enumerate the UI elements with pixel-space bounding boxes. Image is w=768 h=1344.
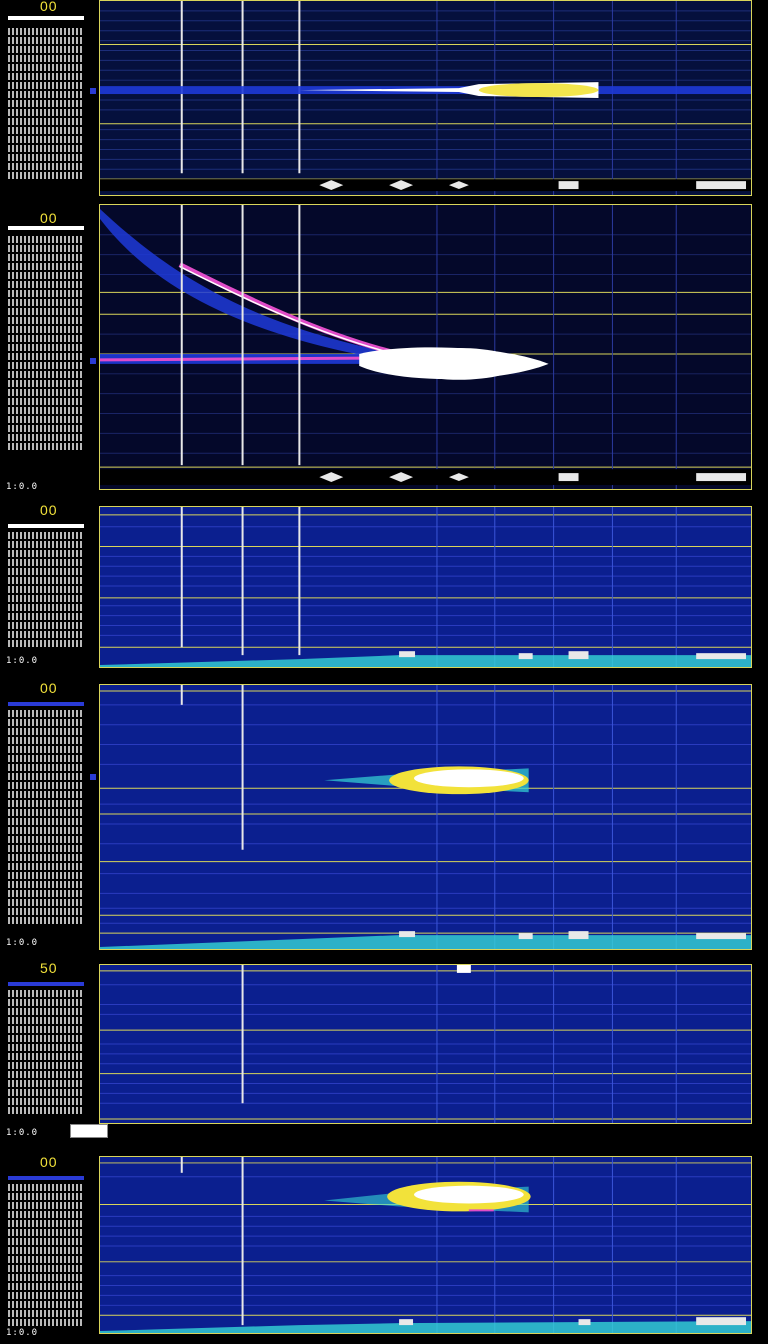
panel-4: 00 1:0.0 <box>0 680 768 952</box>
panel-3-count-bar <box>8 524 84 528</box>
panel-6-count-bar <box>8 1176 84 1180</box>
panel-4-spectrogram <box>100 685 751 949</box>
panel-2-label-column: 00 1:0.0 <box>0 200 96 494</box>
panel-4-label-column: 00 1:0.0 <box>0 680 96 952</box>
panel-5-thumbnail[interactable] <box>70 1124 108 1138</box>
panel-2-mini-label: 1:0.0 <box>6 482 39 492</box>
panel-3: 00 1:0.0 <box>0 502 768 670</box>
panel-1-ticks <box>8 28 84 181</box>
panel-2-count-bar <box>8 226 84 230</box>
panel-1-spectrogram <box>100 1 751 195</box>
panel-1-label-column: 00 <box>0 0 96 196</box>
panel-1-plot[interactable] <box>99 0 752 196</box>
panel-5-mini-label: 1:0.0 <box>6 1128 39 1138</box>
panel-4-side-marker <box>90 774 96 780</box>
panel-6-count: 00 <box>40 1154 58 1170</box>
panel-2-side-marker <box>90 358 96 364</box>
panel-5-spectrogram <box>100 965 751 1123</box>
panel-4-count-bar <box>8 702 84 706</box>
panel-5-count: 50 <box>40 960 58 976</box>
panel-2-ticks <box>8 236 84 452</box>
panel-1-side-marker <box>90 88 96 94</box>
panel-6-spectrogram <box>100 1157 751 1333</box>
panel-3-plot[interactable] <box>99 506 752 668</box>
panel-4-plot[interactable] <box>99 684 752 950</box>
panel-1-count: 00 <box>40 0 58 14</box>
panel-4-ticks <box>8 710 84 926</box>
panel-3-label-column: 00 1:0.0 <box>0 502 96 670</box>
panel-5-label-column: 50 1:0.0 <box>0 960 108 1142</box>
panel-5: 50 1:0.0 <box>0 960 768 1142</box>
panel-5-plot[interactable] <box>99 964 752 1124</box>
panel-3-ticks <box>8 532 84 649</box>
panel-6-label-column: 00 1:0.0 <box>0 1154 96 1344</box>
panel-2-count: 00 <box>40 210 58 226</box>
panel-2-plot[interactable] <box>99 204 752 490</box>
panel-6-plot[interactable] <box>99 1156 752 1334</box>
panel-3-count: 00 <box>40 502 58 518</box>
panel-5-ticks <box>8 990 84 1116</box>
panel-1-count-bar <box>8 16 84 20</box>
panel-3-spectrogram <box>100 507 751 667</box>
panel-1: 00 <box>0 0 768 196</box>
panel-4-mini-label: 1:0.0 <box>6 938 39 948</box>
panel-6: 00 1:0.0 <box>0 1154 768 1344</box>
panel-6-ticks <box>8 1184 84 1328</box>
panel-2-spectrogram <box>100 205 751 489</box>
panel-2: 00 1:0.0 <box>0 200 768 494</box>
panel-4-count: 00 <box>40 680 58 696</box>
panel-3-mini-label: 1:0.0 <box>6 656 39 666</box>
panel-5-count-bar <box>8 982 84 986</box>
panel-6-mini-label: 1:0.0 <box>6 1328 39 1338</box>
